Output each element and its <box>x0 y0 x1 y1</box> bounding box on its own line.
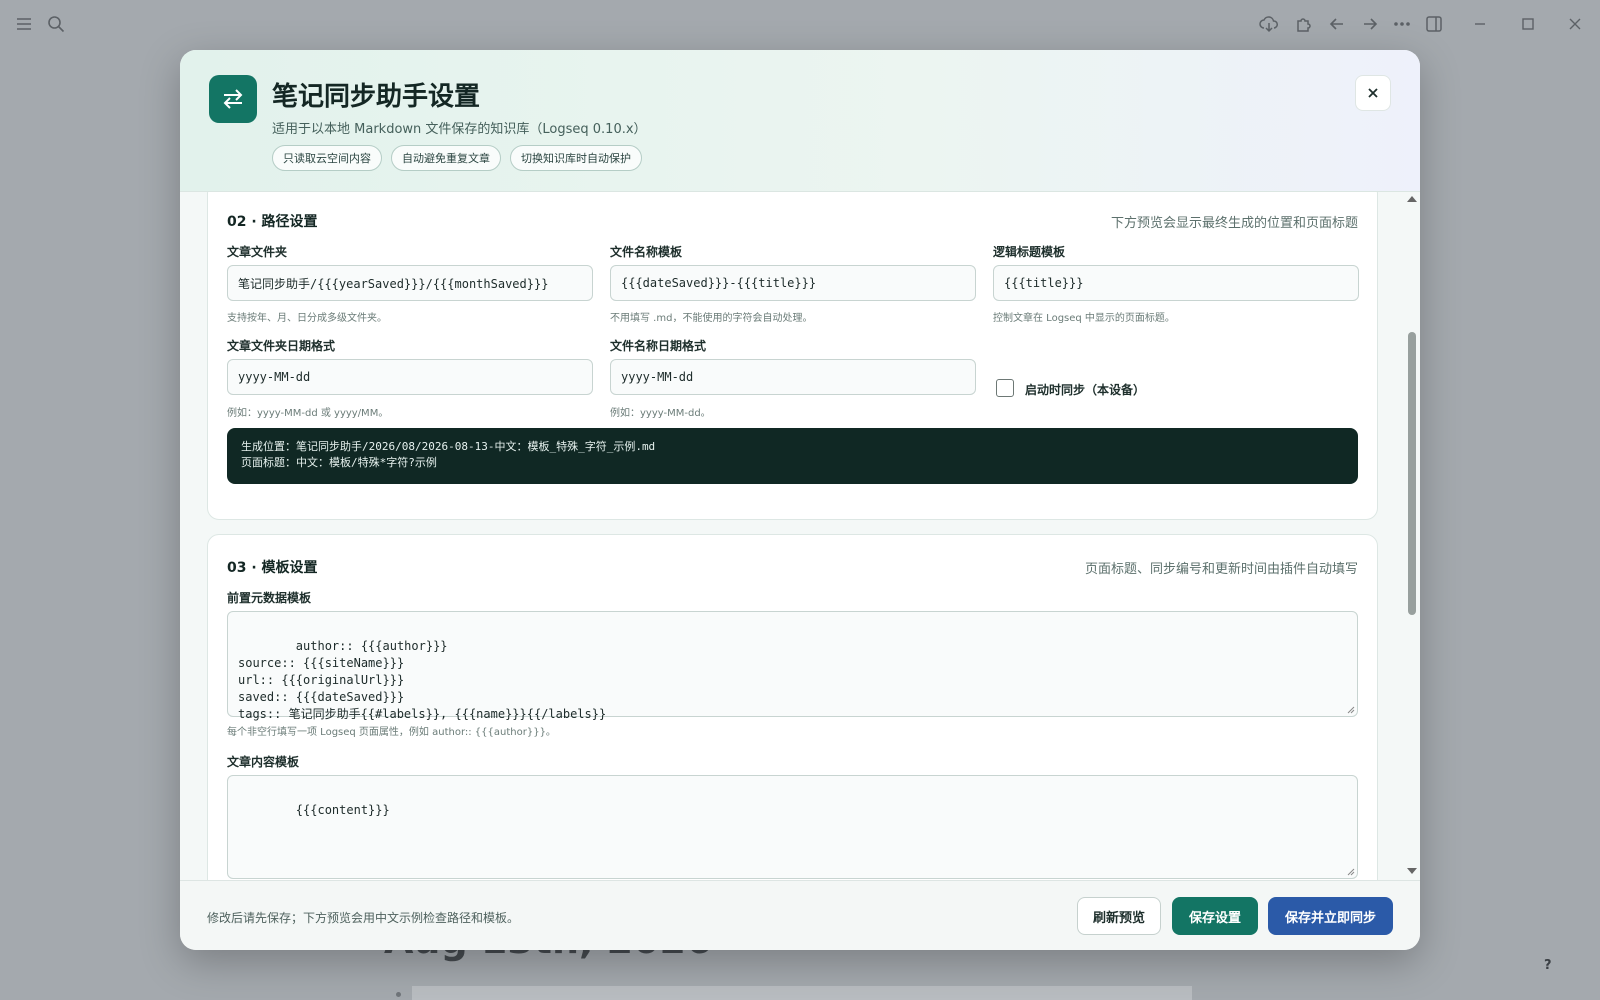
folder-label: 文章文件夹 <box>227 245 288 259</box>
filename-date-input[interactable]: yyyy-MM-dd <box>610 359 976 395</box>
cloud-download-icon[interactable] <box>1257 12 1281 36</box>
folder-date-input[interactable]: yyyy-MM-dd <box>227 359 593 395</box>
sync-arrows-icon <box>209 75 257 123</box>
filename-date-help: 例如：yyyy-MM-dd。 <box>610 408 711 419</box>
back-arrow-icon[interactable] <box>1325 12 1349 36</box>
logical-title-label: 逻辑标题模板 <box>993 245 1066 259</box>
preview-page-title: 页面标题：中文：模板/特殊*字符?示例 <box>241 456 437 469</box>
more-icon[interactable] <box>1390 12 1414 36</box>
content-template-textarea[interactable]: {{{content}}} <box>227 775 1358 879</box>
plugin-icon[interactable] <box>1292 12 1316 36</box>
settings-modal: 笔记同步助手设置 适用于以本地 Markdown 文件保存的知识库（Logseq… <box>180 50 1420 950</box>
modal-scrollbar[interactable] <box>1406 192 1418 880</box>
modal-title: 笔记同步助手设置 <box>272 82 481 112</box>
folder-date-help: 例如：yyyy-MM-dd 或 yyyy/MM。 <box>227 408 389 419</box>
folder-date-label: 文章文件夹日期格式 <box>227 339 336 353</box>
filename-date-label: 文件名称日期格式 <box>610 339 707 353</box>
section-hint: 页面标题、同步编号和更新时间由插件自动填写 <box>1084 562 1358 577</box>
logical-title-input[interactable]: {{{title}}} <box>993 265 1359 301</box>
scrollbar-thumb[interactable] <box>1408 332 1416 615</box>
preview-location: 生成位置：笔记同步助手/2026/08/2026-08-13-中文：模板_特殊_… <box>241 440 656 453</box>
resize-handle-icon[interactable] <box>1347 868 1355 876</box>
frontmatter-label: 前置元数据模板 <box>227 591 312 605</box>
feature-chip: 只读取云空间内容 <box>272 145 382 171</box>
filename-help: 不用填写 .md，不能使用的字符会自动处理。 <box>610 313 813 324</box>
scroll-up-icon[interactable] <box>1407 196 1417 202</box>
close-icon <box>1368 88 1378 98</box>
window-close-icon[interactable] <box>1563 12 1587 36</box>
filename-input[interactable]: {{{dateSaved}}}-{{{title}}} <box>610 265 976 301</box>
footer-note: 修改后请先保存；下方预览会用中文示例检查路径和模板。 <box>207 911 520 925</box>
background-block-bullet <box>396 992 401 997</box>
background-block <box>412 986 1192 1000</box>
menu-icon[interactable] <box>12 12 36 36</box>
modal-footer: 修改后请先保存；下方预览会用中文示例检查路径和模板。 刷新预览 保存设置 保存并… <box>180 880 1420 950</box>
folder-input[interactable]: 笔记同步助手/{{{yearSaved}}}/{{{monthSaved}}} <box>227 265 593 301</box>
filename-label: 文件名称模板 <box>610 245 683 259</box>
modal-body: 02 · 路径设置 下方预览会显示最终生成的位置和页面标题 文章文件夹 笔记同步… <box>180 192 1420 880</box>
path-preview: 生成位置：笔记同步助手/2026/08/2026-08-13-中文：模板_特殊_… <box>227 428 1358 484</box>
template-settings-section: 03 · 模板设置 页面标题、同步编号和更新时间由插件自动填写 前置元数据模板 … <box>207 534 1378 880</box>
app-toolbar <box>0 0 1600 48</box>
minimize-icon[interactable] <box>1468 12 1492 36</box>
refresh-preview-button[interactable]: 刷新预览 <box>1077 897 1161 935</box>
modal-header: 笔记同步助手设置 适用于以本地 Markdown 文件保存的知识库（Logseq… <box>180 50 1420 192</box>
feature-chip: 切换知识库时自动保护 <box>510 145 642 171</box>
folder-help: 支持按年、月、日分成多级文件夹。 <box>227 313 387 324</box>
frontmatter-text: author:: {{{author}}} source:: {{{siteNa… <box>238 639 607 721</box>
resize-handle-icon[interactable] <box>1347 706 1355 714</box>
section-hint: 下方预览会显示最终生成的位置和页面标题 <box>1110 216 1358 231</box>
modal-subtitle: 适用于以本地 Markdown 文件保存的知识库（Logseq 0.10.x） <box>272 122 647 137</box>
feature-chip: 自动避免重复文章 <box>391 145 501 171</box>
scroll-down-icon[interactable] <box>1407 868 1417 874</box>
frontmatter-help: 每个非空行填写一项 Logseq 页面属性，例如 author:: {{{aut… <box>227 727 556 738</box>
content-template-label: 文章内容模板 <box>227 755 300 769</box>
sync-on-start-checkbox[interactable] <box>996 379 1014 397</box>
path-settings-section: 02 · 路径设置 下方预览会显示最终生成的位置和页面标题 文章文件夹 笔记同步… <box>207 192 1378 520</box>
save-settings-button[interactable]: 保存设置 <box>1172 897 1258 935</box>
save-and-sync-button[interactable]: 保存并立即同步 <box>1268 897 1393 935</box>
section-title: 02 · 路径设置 <box>227 214 318 230</box>
logical-title-help: 控制文章在 Logseq 中显示的页面标题。 <box>993 313 1175 324</box>
maximize-icon[interactable] <box>1516 12 1540 36</box>
section-title: 03 · 模板设置 <box>227 560 318 576</box>
close-button[interactable] <box>1355 75 1391 111</box>
frontmatter-textarea[interactable]: author:: {{{author}}} source:: {{{siteNa… <box>227 611 1358 721</box>
content-template-text: {{{content}}} <box>295 803 390 817</box>
search-icon[interactable] <box>44 12 68 36</box>
feature-chips: 只读取云空间内容 自动避免重复文章 切换知识库时自动保护 <box>272 145 642 171</box>
help-button[interactable]: ? <box>1544 958 1552 973</box>
sidebar-toggle-icon[interactable] <box>1422 12 1446 36</box>
sync-on-start-label: 启动时同步（本设备） <box>1025 383 1146 397</box>
forward-arrow-icon[interactable] <box>1358 12 1382 36</box>
